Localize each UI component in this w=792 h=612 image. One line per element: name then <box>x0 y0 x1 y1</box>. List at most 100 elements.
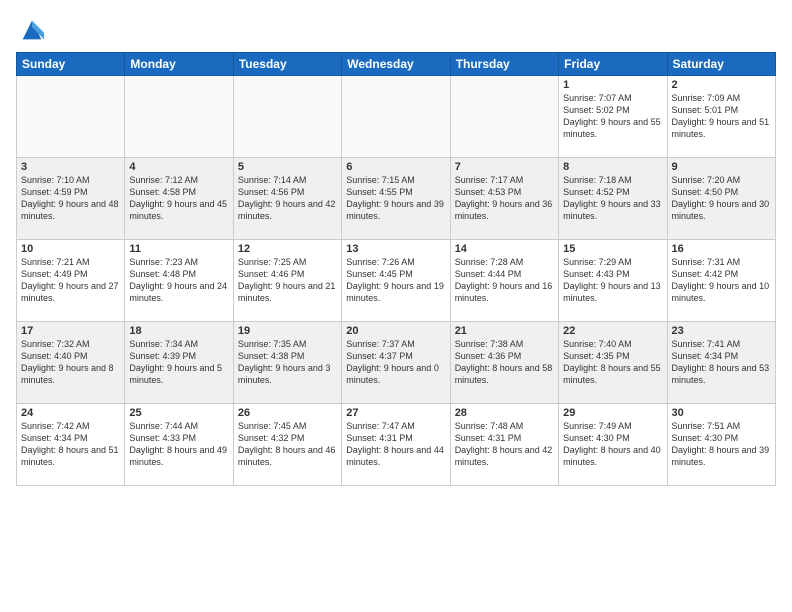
calendar-cell: 19Sunrise: 7:35 AM Sunset: 4:38 PM Dayli… <box>233 322 341 404</box>
calendar-cell: 8Sunrise: 7:18 AM Sunset: 4:52 PM Daylig… <box>559 158 667 240</box>
day-info: Sunrise: 7:17 AM Sunset: 4:53 PM Dayligh… <box>455 174 554 223</box>
day-info: Sunrise: 7:18 AM Sunset: 4:52 PM Dayligh… <box>563 174 662 223</box>
day-info: Sunrise: 7:15 AM Sunset: 4:55 PM Dayligh… <box>346 174 445 223</box>
day-info: Sunrise: 7:28 AM Sunset: 4:44 PM Dayligh… <box>455 256 554 305</box>
day-info: Sunrise: 7:25 AM Sunset: 4:46 PM Dayligh… <box>238 256 337 305</box>
day-info: Sunrise: 7:29 AM Sunset: 4:43 PM Dayligh… <box>563 256 662 305</box>
calendar-cell: 6Sunrise: 7:15 AM Sunset: 4:55 PM Daylig… <box>342 158 450 240</box>
day-info: Sunrise: 7:12 AM Sunset: 4:58 PM Dayligh… <box>129 174 228 223</box>
calendar-table: SundayMondayTuesdayWednesdayThursdayFrid… <box>16 52 776 486</box>
day-info: Sunrise: 7:34 AM Sunset: 4:39 PM Dayligh… <box>129 338 228 387</box>
calendar-week-row: 3Sunrise: 7:10 AM Sunset: 4:59 PM Daylig… <box>17 158 776 240</box>
calendar-cell: 15Sunrise: 7:29 AM Sunset: 4:43 PM Dayli… <box>559 240 667 322</box>
day-number: 23 <box>672 325 771 337</box>
logo <box>16 16 46 44</box>
day-number: 10 <box>21 243 120 255</box>
weekday-header-saturday: Saturday <box>667 53 775 76</box>
calendar-cell: 18Sunrise: 7:34 AM Sunset: 4:39 PM Dayli… <box>125 322 233 404</box>
day-number: 29 <box>563 407 662 419</box>
day-number: 8 <box>563 161 662 173</box>
calendar-cell: 11Sunrise: 7:23 AM Sunset: 4:48 PM Dayli… <box>125 240 233 322</box>
calendar-cell: 3Sunrise: 7:10 AM Sunset: 4:59 PM Daylig… <box>17 158 125 240</box>
calendar-header-row: SundayMondayTuesdayWednesdayThursdayFrid… <box>17 53 776 76</box>
calendar-cell: 4Sunrise: 7:12 AM Sunset: 4:58 PM Daylig… <box>125 158 233 240</box>
calendar-cell <box>342 76 450 158</box>
calendar-cell <box>125 76 233 158</box>
day-number: 25 <box>129 407 228 419</box>
day-number: 15 <box>563 243 662 255</box>
calendar-cell: 20Sunrise: 7:37 AM Sunset: 4:37 PM Dayli… <box>342 322 450 404</box>
day-number: 27 <box>346 407 445 419</box>
weekday-header-tuesday: Tuesday <box>233 53 341 76</box>
calendar-cell: 28Sunrise: 7:48 AM Sunset: 4:31 PM Dayli… <box>450 404 558 486</box>
calendar-cell: 2Sunrise: 7:09 AM Sunset: 5:01 PM Daylig… <box>667 76 775 158</box>
day-number: 3 <box>21 161 120 173</box>
day-number: 30 <box>672 407 771 419</box>
day-number: 21 <box>455 325 554 337</box>
calendar-cell: 30Sunrise: 7:51 AM Sunset: 4:30 PM Dayli… <box>667 404 775 486</box>
day-info: Sunrise: 7:10 AM Sunset: 4:59 PM Dayligh… <box>21 174 120 223</box>
day-number: 1 <box>563 79 662 91</box>
weekday-header-thursday: Thursday <box>450 53 558 76</box>
day-number: 5 <box>238 161 337 173</box>
calendar-cell: 5Sunrise: 7:14 AM Sunset: 4:56 PM Daylig… <box>233 158 341 240</box>
day-info: Sunrise: 7:26 AM Sunset: 4:45 PM Dayligh… <box>346 256 445 305</box>
day-number: 12 <box>238 243 337 255</box>
day-info: Sunrise: 7:41 AM Sunset: 4:34 PM Dayligh… <box>672 338 771 387</box>
calendar-cell: 9Sunrise: 7:20 AM Sunset: 4:50 PM Daylig… <box>667 158 775 240</box>
calendar-cell: 29Sunrise: 7:49 AM Sunset: 4:30 PM Dayli… <box>559 404 667 486</box>
header <box>16 16 776 44</box>
weekday-header-monday: Monday <box>125 53 233 76</box>
day-info: Sunrise: 7:40 AM Sunset: 4:35 PM Dayligh… <box>563 338 662 387</box>
day-number: 18 <box>129 325 228 337</box>
day-info: Sunrise: 7:51 AM Sunset: 4:30 PM Dayligh… <box>672 420 771 469</box>
calendar-cell: 24Sunrise: 7:42 AM Sunset: 4:34 PM Dayli… <box>17 404 125 486</box>
day-number: 14 <box>455 243 554 255</box>
day-number: 4 <box>129 161 228 173</box>
calendar-cell: 14Sunrise: 7:28 AM Sunset: 4:44 PM Dayli… <box>450 240 558 322</box>
weekday-header-wednesday: Wednesday <box>342 53 450 76</box>
day-info: Sunrise: 7:49 AM Sunset: 4:30 PM Dayligh… <box>563 420 662 469</box>
day-info: Sunrise: 7:45 AM Sunset: 4:32 PM Dayligh… <box>238 420 337 469</box>
day-info: Sunrise: 7:09 AM Sunset: 5:01 PM Dayligh… <box>672 92 771 141</box>
calendar-cell: 25Sunrise: 7:44 AM Sunset: 4:33 PM Dayli… <box>125 404 233 486</box>
day-info: Sunrise: 7:07 AM Sunset: 5:02 PM Dayligh… <box>563 92 662 141</box>
calendar-cell <box>450 76 558 158</box>
day-number: 28 <box>455 407 554 419</box>
calendar-cell: 21Sunrise: 7:38 AM Sunset: 4:36 PM Dayli… <box>450 322 558 404</box>
calendar-week-row: 1Sunrise: 7:07 AM Sunset: 5:02 PM Daylig… <box>17 76 776 158</box>
day-number: 9 <box>672 161 771 173</box>
day-info: Sunrise: 7:37 AM Sunset: 4:37 PM Dayligh… <box>346 338 445 387</box>
calendar-cell: 7Sunrise: 7:17 AM Sunset: 4:53 PM Daylig… <box>450 158 558 240</box>
day-number: 26 <box>238 407 337 419</box>
day-number: 2 <box>672 79 771 91</box>
calendar-cell: 27Sunrise: 7:47 AM Sunset: 4:31 PM Dayli… <box>342 404 450 486</box>
day-number: 20 <box>346 325 445 337</box>
day-number: 17 <box>21 325 120 337</box>
calendar-cell: 26Sunrise: 7:45 AM Sunset: 4:32 PM Dayli… <box>233 404 341 486</box>
calendar-cell: 12Sunrise: 7:25 AM Sunset: 4:46 PM Dayli… <box>233 240 341 322</box>
day-info: Sunrise: 7:48 AM Sunset: 4:31 PM Dayligh… <box>455 420 554 469</box>
calendar-cell: 10Sunrise: 7:21 AM Sunset: 4:49 PM Dayli… <box>17 240 125 322</box>
day-number: 24 <box>21 407 120 419</box>
calendar-cell: 23Sunrise: 7:41 AM Sunset: 4:34 PM Dayli… <box>667 322 775 404</box>
calendar-week-row: 17Sunrise: 7:32 AM Sunset: 4:40 PM Dayli… <box>17 322 776 404</box>
day-info: Sunrise: 7:44 AM Sunset: 4:33 PM Dayligh… <box>129 420 228 469</box>
calendar-week-row: 10Sunrise: 7:21 AM Sunset: 4:49 PM Dayli… <box>17 240 776 322</box>
page: SundayMondayTuesdayWednesdayThursdayFrid… <box>0 0 792 612</box>
day-number: 6 <box>346 161 445 173</box>
day-number: 11 <box>129 243 228 255</box>
calendar-week-row: 24Sunrise: 7:42 AM Sunset: 4:34 PM Dayli… <box>17 404 776 486</box>
day-info: Sunrise: 7:38 AM Sunset: 4:36 PM Dayligh… <box>455 338 554 387</box>
weekday-header-friday: Friday <box>559 53 667 76</box>
calendar-cell: 13Sunrise: 7:26 AM Sunset: 4:45 PM Dayli… <box>342 240 450 322</box>
day-number: 13 <box>346 243 445 255</box>
calendar-cell <box>17 76 125 158</box>
day-number: 22 <box>563 325 662 337</box>
calendar-cell: 1Sunrise: 7:07 AM Sunset: 5:02 PM Daylig… <box>559 76 667 158</box>
day-number: 19 <box>238 325 337 337</box>
day-info: Sunrise: 7:42 AM Sunset: 4:34 PM Dayligh… <box>21 420 120 469</box>
calendar-cell: 22Sunrise: 7:40 AM Sunset: 4:35 PM Dayli… <box>559 322 667 404</box>
day-number: 16 <box>672 243 771 255</box>
calendar-cell: 17Sunrise: 7:32 AM Sunset: 4:40 PM Dayli… <box>17 322 125 404</box>
